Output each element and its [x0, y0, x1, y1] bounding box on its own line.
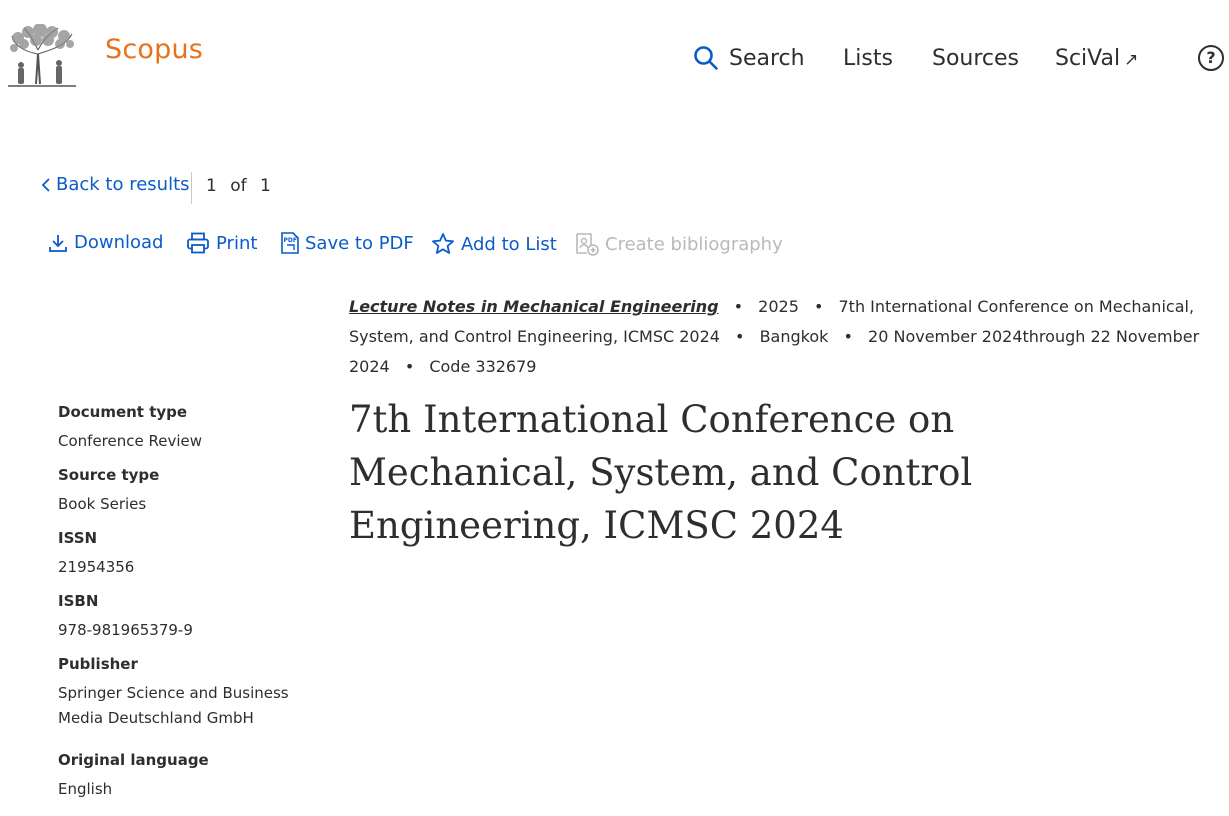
result-pager: 1 of 1 — [206, 176, 279, 196]
nav-search-label: Search — [729, 45, 805, 71]
bibliography-icon — [576, 233, 599, 256]
meta-value: 978-981965379-9 — [58, 621, 193, 639]
meta-label: Document type — [58, 403, 188, 421]
add-to-list-button[interactable]: Add to List — [431, 232, 557, 256]
nav-scival-label: SciVal — [1055, 45, 1121, 71]
pager-of: of — [230, 176, 247, 196]
scopus-brand[interactable]: Scopus — [105, 34, 203, 65]
print-button[interactable]: Print — [186, 232, 257, 254]
meta-label: ISBN — [58, 592, 99, 610]
svg-text:PDF: PDF — [284, 237, 297, 244]
download-icon — [49, 234, 67, 252]
pager-total: 1 — [260, 176, 271, 196]
meta-label: ISSN — [58, 529, 98, 547]
meta-value: 21954356 — [58, 558, 135, 576]
meta-original-language: Original language English — [58, 751, 298, 802]
document-title: 7th International Conference on Mechanic… — [349, 398, 973, 547]
back-to-results-label: Back to results — [56, 174, 190, 195]
nav-sources[interactable]: Sources — [932, 40, 1019, 76]
save-to-pdf-button[interactable]: PDF Save to PDF — [281, 232, 414, 254]
search-icon — [694, 46, 718, 70]
create-bibliography-label: Create bibliography — [605, 233, 783, 255]
nav-lists[interactable]: Lists — [843, 40, 893, 76]
nav-scival[interactable]: SciVal ↗ — [1055, 40, 1138, 76]
save-to-pdf-label: Save to PDF — [305, 232, 414, 254]
download-label: Download — [74, 232, 164, 253]
print-icon — [187, 232, 209, 254]
star-icon — [432, 233, 454, 254]
meta-document-type: Document type Conference Review — [58, 403, 298, 454]
help-icon[interactable]: ? — [1198, 45, 1224, 71]
separator-dot: • — [843, 327, 853, 346]
meta-label: Source type — [58, 466, 160, 484]
separator-dot: • — [735, 327, 745, 346]
separator-dot: • — [813, 297, 824, 316]
meta-publisher: Publisher Springer Science and Business … — [58, 655, 298, 731]
meta-value: English — [58, 780, 113, 798]
external-link-icon: ↗ — [1124, 50, 1139, 70]
journal-link[interactable]: Lecture Notes in Mechanical Engineering — [349, 297, 719, 316]
source-location: Bangkok — [759, 327, 829, 346]
meta-value: Conference Review — [58, 432, 203, 450]
meta-label: Original language — [58, 751, 209, 769]
elsevier-logo[interactable] — [6, 24, 78, 88]
document-metadata: Document type Conference Review Source t… — [58, 403, 298, 814]
create-bibliography-button: Create bibliography — [575, 232, 783, 256]
divider — [191, 172, 192, 204]
back-to-results-link[interactable]: Back to results — [40, 174, 190, 195]
pdf-icon: PDF — [281, 232, 299, 254]
add-to-list-label: Add to List — [461, 233, 557, 255]
source-year: 2025 — [758, 297, 799, 316]
meta-value: Springer Science and Business Media Deut… — [58, 684, 289, 727]
source-code: Code 332679 — [429, 357, 537, 376]
nav-search[interactable]: Search — [693, 40, 805, 76]
print-label: Print — [216, 232, 258, 254]
separator-dot: • — [404, 357, 415, 376]
meta-value: Book Series — [58, 495, 147, 513]
meta-source-type: Source type Book Series — [58, 466, 298, 517]
meta-issn: ISSN 21954356 — [58, 529, 298, 580]
source-info: Lecture Notes in Mechanical Engineering … — [349, 292, 1219, 382]
separator-dot: • — [733, 297, 744, 316]
meta-isbn: ISBN 978-981965379-9 — [58, 592, 298, 643]
chevron-left-icon — [41, 177, 50, 192]
pager-current: 1 — [206, 176, 217, 196]
meta-label: Publisher — [58, 655, 138, 673]
download-button[interactable]: Download — [48, 232, 163, 253]
